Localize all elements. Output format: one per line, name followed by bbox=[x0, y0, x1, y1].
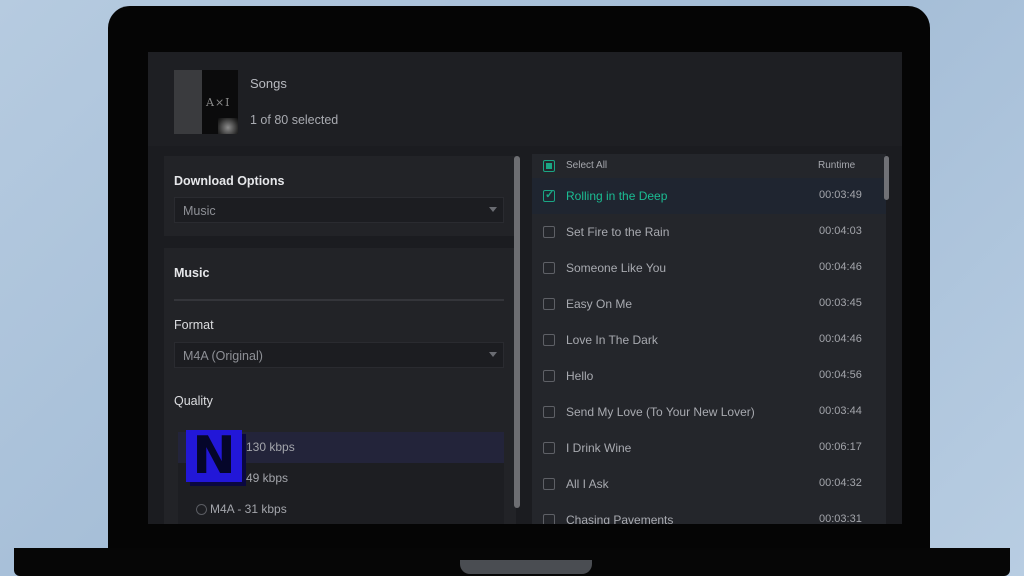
left-scrollbar[interactable] bbox=[514, 156, 520, 508]
app-window: A×I Songs 1 of 80 selected Download Opti… bbox=[148, 52, 902, 524]
selection-count: 1 of 80 selected bbox=[250, 113, 339, 127]
song-checkbox[interactable] bbox=[543, 406, 555, 418]
song-row[interactable]: Hello 00:04:56 bbox=[532, 358, 886, 394]
song-list-panel: Select All Runtime Rolling in the Deep 00… bbox=[532, 154, 886, 524]
song-checkbox[interactable] bbox=[543, 226, 555, 238]
music-heading: Music bbox=[174, 266, 210, 280]
song-row[interactable]: Easy On Me 00:03:45 bbox=[532, 286, 886, 322]
song-title: I Drink Wine bbox=[566, 441, 632, 455]
chevron-down-icon bbox=[489, 352, 497, 357]
song-row[interactable]: Rolling in the Deep 00:03:49 bbox=[532, 178, 886, 214]
song-checkbox[interactable] bbox=[543, 442, 555, 454]
song-checkbox[interactable] bbox=[543, 334, 555, 346]
song-row[interactable]: Someone Like You 00:04:46 bbox=[532, 250, 886, 286]
format-value: M4A (Original) bbox=[183, 349, 263, 363]
song-runtime: 00:03:45 bbox=[819, 297, 862, 309]
song-row[interactable]: Love In The Dark 00:04:46 bbox=[532, 322, 886, 358]
right-scrollbar[interactable] bbox=[884, 156, 889, 200]
song-title: Rolling in the Deep bbox=[566, 189, 668, 203]
song-runtime: 00:04:56 bbox=[819, 369, 862, 381]
select-all-label[interactable]: Select All bbox=[566, 160, 607, 171]
download-type-value: Music bbox=[183, 204, 216, 218]
song-checkbox[interactable] bbox=[543, 370, 555, 382]
download-options-card: Download Options Music bbox=[164, 156, 516, 236]
select-all-checkbox[interactable] bbox=[543, 160, 555, 172]
n-logo-overlay: N bbox=[186, 430, 242, 482]
song-row[interactable]: All I Ask 00:04:32 bbox=[532, 466, 886, 502]
song-title: Love In The Dark bbox=[566, 333, 658, 347]
song-checkbox[interactable] bbox=[543, 514, 555, 524]
song-title: Set Fire to the Rain bbox=[566, 225, 670, 239]
song-title: Easy On Me bbox=[566, 297, 633, 311]
chevron-down-icon bbox=[489, 207, 497, 212]
song-title: Someone Like You bbox=[566, 261, 667, 275]
page-title: Songs bbox=[250, 76, 287, 91]
song-row[interactable]: I Drink Wine 00:06:17 bbox=[532, 430, 886, 466]
album-cover-text: A×I bbox=[206, 96, 231, 109]
song-runtime: 00:03:49 bbox=[819, 189, 862, 201]
quality-option[interactable]: M4A - 31 kbps bbox=[178, 494, 504, 524]
song-title: Chasing Pavements bbox=[566, 513, 674, 524]
album-header: A×I Songs 1 of 80 selected bbox=[148, 52, 902, 146]
album-cover-image: A×I bbox=[174, 70, 238, 134]
song-runtime: 00:04:32 bbox=[819, 477, 862, 489]
song-title: Hello bbox=[566, 369, 594, 383]
song-checkbox[interactable] bbox=[543, 298, 555, 310]
song-runtime: 00:06:17 bbox=[819, 441, 862, 453]
radio-button-icon bbox=[196, 504, 207, 515]
download-options-heading: Download Options bbox=[174, 174, 285, 188]
song-row[interactable]: Send My Love (To Your New Lover) 00:03:44 bbox=[532, 394, 886, 430]
song-checkbox[interactable] bbox=[543, 262, 555, 274]
song-runtime: 00:04:46 bbox=[819, 261, 862, 273]
format-dropdown[interactable]: M4A (Original) bbox=[174, 342, 504, 368]
song-list-header: Select All Runtime bbox=[532, 154, 886, 178]
laptop-notch bbox=[460, 560, 592, 574]
song-title: Send My Love (To Your New Lover) bbox=[566, 405, 755, 419]
download-type-dropdown[interactable]: Music bbox=[174, 197, 504, 223]
format-label: Format bbox=[174, 318, 214, 332]
song-checkbox[interactable] bbox=[543, 478, 555, 490]
song-runtime: 00:04:03 bbox=[819, 225, 862, 237]
song-row[interactable]: Set Fire to the Rain 00:04:03 bbox=[532, 214, 886, 250]
song-row[interactable]: Chasing Pavements 00:03:31 bbox=[532, 502, 886, 524]
runtime-column-header: Runtime bbox=[818, 160, 856, 171]
song-title: All I Ask bbox=[566, 477, 609, 491]
song-runtime: 00:03:31 bbox=[819, 513, 862, 524]
section-divider bbox=[174, 299, 504, 301]
song-runtime: 00:03:44 bbox=[819, 405, 862, 417]
song-runtime: 00:04:46 bbox=[819, 333, 862, 345]
song-checkbox[interactable] bbox=[543, 188, 555, 202]
quality-label: Quality bbox=[174, 394, 213, 408]
